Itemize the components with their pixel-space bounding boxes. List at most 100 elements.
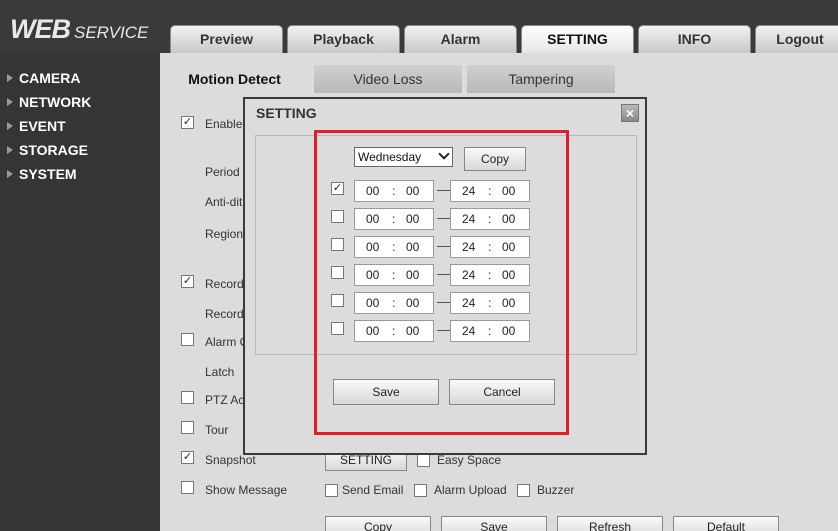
sidebar-item-label: EVENT	[19, 118, 66, 134]
snapshot-checkbox[interactable]: ✓	[181, 451, 194, 464]
start-hour: 00	[366, 324, 380, 338]
start-minute: 00	[406, 296, 420, 310]
start-minute: 00	[406, 184, 420, 198]
tour-checkbox[interactable]	[181, 421, 194, 434]
day-select-value: Wednesday	[358, 150, 422, 164]
end-time-input[interactable]: 24:00	[450, 208, 530, 230]
region-label: Region	[205, 227, 244, 241]
period-checkbox[interactable]	[331, 294, 344, 307]
tab-motion-detect[interactable]: Motion Detect	[160, 65, 309, 93]
day-select[interactable]: Wednesday	[354, 147, 453, 167]
logo: WEB SERVICE	[10, 14, 148, 45]
top-header: WEB SERVICE Preview Playback Alarm SETTIN…	[0, 0, 838, 53]
logo-service: SERVICE	[74, 23, 149, 42]
start-minute: 00	[406, 240, 420, 254]
sidebar-item-label: SYSTEM	[19, 166, 77, 182]
end-hour: 24	[462, 212, 476, 226]
end-time-input[interactable]: 24:00	[450, 292, 530, 314]
end-time-input[interactable]: 24:00	[450, 180, 530, 202]
dialog-copy-button[interactable]: Copy	[464, 147, 526, 171]
sidebar-item-camera[interactable]: CAMERA	[0, 67, 160, 89]
end-hour: 24	[462, 240, 476, 254]
nav-tab-playback[interactable]: Playback	[287, 25, 400, 53]
nav-tab-logout[interactable]: Logout	[755, 25, 838, 53]
alarm-out-checkbox[interactable]	[181, 333, 194, 346]
start-hour: 00	[366, 212, 380, 226]
end-minute: 00	[502, 268, 516, 282]
close-icon[interactable]: ×	[621, 104, 639, 122]
show-message-checkbox[interactable]	[181, 481, 194, 494]
snapshot-label: Snapshot	[205, 453, 256, 467]
nav-tab-info[interactable]: INFO	[638, 25, 751, 53]
refresh-button[interactable]: Refresh	[557, 516, 663, 531]
time-separator: :	[392, 240, 396, 254]
sidebar-item-storage[interactable]: STORAGE	[0, 139, 160, 161]
start-hour: 00	[366, 296, 380, 310]
save-button[interactable]: Save	[441, 516, 547, 531]
time-separator: :	[392, 212, 396, 226]
easy-space-checkbox[interactable]	[417, 454, 430, 467]
record-label: Record	[205, 277, 244, 291]
latch-label: Latch	[205, 365, 235, 379]
buzzer-checkbox[interactable]	[517, 484, 530, 497]
enable-label: Enable	[205, 117, 243, 131]
default-button[interactable]: Default	[673, 516, 779, 531]
period-checkbox[interactable]	[331, 266, 344, 279]
arrow-right-icon	[7, 170, 13, 178]
show-message-label: Show Message	[205, 483, 288, 497]
period-checkbox[interactable]	[331, 322, 344, 335]
end-time-input[interactable]: 24:00	[450, 320, 530, 342]
start-time-input[interactable]: 00:00	[354, 320, 434, 342]
sidebar-item-system[interactable]: SYSTEM	[0, 163, 160, 185]
sidebar-item-label: STORAGE	[19, 142, 88, 158]
nav-tab-alarm[interactable]: Alarm	[404, 25, 517, 53]
time-separator: :	[392, 324, 396, 338]
dialog-save-button[interactable]: Save	[333, 379, 439, 405]
logo-web: WEB	[10, 14, 71, 44]
record-delay-label: Record	[205, 307, 244, 321]
end-minute: 00	[502, 296, 516, 310]
time-separator: :	[392, 268, 396, 282]
start-hour: 00	[366, 240, 380, 254]
enable-checkbox[interactable]: ✓	[181, 116, 194, 129]
start-time-input[interactable]: 00:00	[354, 264, 434, 286]
end-minute: 00	[502, 324, 516, 338]
buzzer-label: Buzzer	[537, 483, 575, 497]
start-time-input[interactable]: 00:00	[354, 208, 434, 230]
nav-tab-setting[interactable]: SETTING	[521, 25, 634, 53]
start-time-input[interactable]: 00:00	[354, 180, 434, 202]
start-hour: 00	[366, 184, 380, 198]
chevron-down-icon	[438, 148, 450, 160]
time-separator: :	[488, 324, 492, 338]
send-email-label: Send Email	[342, 483, 404, 497]
dialog-cancel-button[interactable]: Cancel	[449, 379, 555, 405]
record-checkbox[interactable]: ✓	[181, 275, 194, 288]
arrow-right-icon	[7, 122, 13, 130]
arrow-right-icon	[7, 146, 13, 154]
sidebar-item-event[interactable]: EVENT	[0, 115, 160, 137]
sidebar-item-label: CAMERA	[19, 70, 81, 86]
tab-video-loss[interactable]: Video Loss	[314, 65, 462, 93]
sidebar-item-network[interactable]: NETWORK	[0, 91, 160, 113]
alarm-upload-checkbox[interactable]	[414, 484, 427, 497]
period-checkbox[interactable]	[331, 210, 344, 223]
easy-space-label: Easy Space	[437, 453, 502, 467]
copy-button[interactable]: Copy	[325, 516, 431, 531]
start-time-input[interactable]: 00:00	[354, 292, 434, 314]
sidebar: CAMERA NETWORK EVENT STORAGE SYSTEM	[0, 53, 160, 531]
end-time-input[interactable]: 24:00	[450, 236, 530, 258]
arrow-right-icon	[7, 98, 13, 106]
ptz-checkbox[interactable]	[181, 391, 194, 404]
end-minute: 00	[502, 212, 516, 226]
start-time-input[interactable]: 00:00	[354, 236, 434, 258]
end-time-input[interactable]: 24:00	[450, 264, 530, 286]
send-email-checkbox[interactable]	[325, 484, 338, 497]
period-panel	[255, 135, 637, 355]
end-hour: 24	[462, 296, 476, 310]
period-checkbox[interactable]: ✓	[331, 182, 344, 195]
start-hour: 00	[366, 268, 380, 282]
nav-tab-preview[interactable]: Preview	[170, 25, 283, 53]
tab-tampering[interactable]: Tampering	[467, 65, 615, 93]
period-checkbox[interactable]	[331, 238, 344, 251]
anti-dither-label: Anti-dit	[205, 195, 243, 209]
